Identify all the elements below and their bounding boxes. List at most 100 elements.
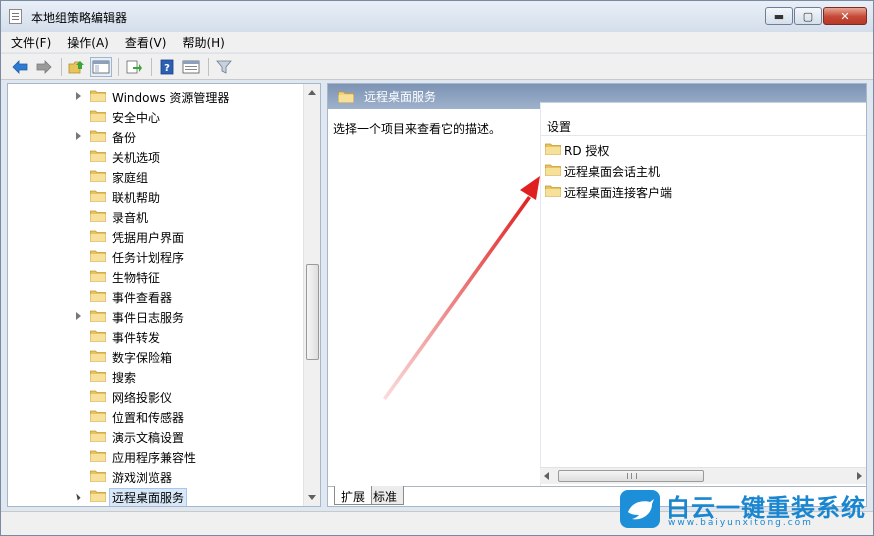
filter-button[interactable]: [213, 57, 235, 77]
export-list-icon: [126, 60, 142, 73]
tree-item[interactable]: 录音机: [8, 206, 308, 226]
back-button[interactable]: [9, 57, 31, 77]
folder-icon: [545, 185, 561, 197]
title-bar[interactable]: 本地组策略编辑器 ▬ ▢ ✕: [1, 1, 873, 32]
folder-icon: [90, 450, 106, 462]
tree-item[interactable]: 事件查看器: [8, 286, 308, 306]
tree-item-label: Windows 资源管理器: [112, 91, 230, 105]
tree-item-label: 数字保险箱: [112, 351, 173, 365]
tree-item-label: 事件查看器: [112, 291, 173, 305]
tree-item-label: 网络投影仪: [112, 391, 173, 405]
scroll-left-icon[interactable]: [544, 472, 549, 480]
folder-icon: [90, 90, 106, 102]
scroll-thumb[interactable]: [558, 470, 704, 482]
tree-item[interactable]: 备份: [8, 126, 308, 146]
column-header-settings[interactable]: 设置: [541, 103, 866, 136]
menu-help[interactable]: 帮助(H): [182, 34, 224, 51]
list-item[interactable]: RD 授权: [541, 139, 861, 159]
scroll-down-icon[interactable]: [308, 495, 316, 500]
tree-item[interactable]: 生物特征: [8, 266, 308, 286]
main-area: Windows 资源管理器 安全中心备份关机选项 家庭组 联机帮助录音机凭据用户界面任…: [7, 83, 867, 509]
up-folder-button[interactable]: [66, 57, 88, 77]
scroll-right-icon[interactable]: [857, 472, 862, 480]
tree-item[interactable]: 搜索: [8, 366, 308, 386]
window-controls: ▬ ▢ ✕: [765, 7, 867, 27]
menu-action[interactable]: 操作(A): [67, 34, 109, 51]
folder-icon: [90, 470, 106, 482]
tree-item[interactable]: 事件日志服务: [8, 306, 308, 326]
bird-logo-icon: [620, 490, 660, 528]
expand-arrow-icon[interactable]: [76, 132, 81, 140]
tree-item-label: 事件日志服务: [112, 311, 185, 325]
tree-item-label: 关机选项: [112, 151, 161, 165]
tree-item-label: 生物特征: [112, 271, 161, 285]
folder-icon: [545, 143, 561, 155]
tree-item[interactable]: 家庭组: [8, 166, 308, 186]
forward-button[interactable]: [33, 57, 55, 77]
tree-item-label: 凭据用户界面: [112, 231, 185, 245]
forward-icon: [36, 59, 52, 74]
back-icon: [12, 59, 28, 74]
help-button[interactable]: ?: [156, 57, 178, 77]
toolbar-separator: [151, 57, 152, 76]
grip-icon: [627, 473, 637, 479]
tree-item[interactable]: 应用程序兼容性: [8, 446, 308, 466]
tree-item[interactable]: 网络投影仪: [8, 386, 308, 406]
folder-icon: [90, 490, 106, 502]
horizontal-scrollbar[interactable]: [540, 467, 866, 484]
tree-item[interactable]: 数字保险箱: [8, 346, 308, 366]
tree-item[interactable]: 远程桌面服务: [8, 486, 308, 506]
vertical-scrollbar[interactable]: [303, 84, 320, 506]
folder-icon: [90, 150, 106, 162]
tree-item-label: 搜索: [112, 371, 137, 385]
folder-icon: [90, 330, 106, 342]
minimize-button[interactable]: ▬: [765, 7, 793, 25]
tree-item[interactable]: 游戏浏览器: [8, 466, 308, 486]
tree-item[interactable]: 凭据用户界面: [8, 226, 308, 246]
menu-bar: 文件(F) 操作(A) 查看(V) 帮助(H): [1, 32, 873, 52]
close-button[interactable]: ✕: [823, 7, 867, 25]
tree-item-label: 任务计划程序: [112, 251, 185, 265]
toolbar-separator: [208, 57, 209, 76]
list-item[interactable]: 远程桌面连接客户端: [541, 181, 861, 201]
tree-item[interactable]: 安全中心: [8, 106, 308, 126]
tree-item[interactable]: 演示文稿设置: [8, 426, 308, 446]
details-pane: 远程桌面服务 选择一个项目来查看它的描述。 设置 RD 授权 远程桌面会话主机 远程…: [327, 83, 867, 507]
tree-item[interactable]: 事件转发: [8, 326, 308, 346]
tree-item[interactable]: Windows 资源管理器: [8, 86, 308, 106]
toolbar-separator: [61, 57, 62, 76]
list-item-label: 远程桌面连接客户端: [564, 186, 673, 200]
tab-extended[interactable]: 扩展: [334, 486, 373, 505]
tree-item[interactable]: 联机帮助: [8, 186, 308, 206]
export-list-button[interactable]: [123, 57, 145, 77]
collapse-arrow-icon[interactable]: [73, 493, 81, 501]
maximize-button[interactable]: ▢: [794, 7, 822, 25]
tree-item-label: 录音机: [112, 211, 149, 225]
tree-item[interactable]: 任务计划程序: [8, 246, 308, 266]
scroll-thumb[interactable]: [306, 264, 319, 360]
show-hide-tree-button[interactable]: [90, 56, 112, 77]
list-item[interactable]: 远程桌面会话主机: [541, 160, 861, 180]
expand-arrow-icon[interactable]: [76, 312, 81, 320]
tree-item-label: 位置和传感器: [112, 411, 185, 425]
tree-item[interactable]: 关机选项: [8, 146, 308, 166]
folder-icon: [90, 390, 106, 402]
folder-icon: [90, 350, 106, 362]
filter-icon: [216, 60, 232, 74]
properties-button[interactable]: [180, 57, 202, 77]
expand-arrow-icon[interactable]: [76, 92, 81, 100]
folder-icon: [90, 290, 106, 302]
app-icon: [9, 9, 22, 24]
column-header-label: 设置: [547, 120, 572, 134]
folder-icon: [90, 230, 106, 242]
scroll-up-icon[interactable]: [308, 90, 316, 95]
tree-item[interactable]: 位置和传感器: [8, 406, 308, 426]
folder-icon: [90, 130, 106, 142]
menu-file[interactable]: 文件(F): [11, 34, 51, 51]
folder-icon: [90, 310, 106, 322]
tree-item-label: 备份: [112, 131, 137, 145]
help-icon: ?: [160, 59, 174, 74]
menu-view[interactable]: 查看(V): [125, 34, 167, 51]
folder-icon: [90, 250, 106, 262]
description-text: 选择一个项目来查看它的描述。: [333, 122, 502, 136]
